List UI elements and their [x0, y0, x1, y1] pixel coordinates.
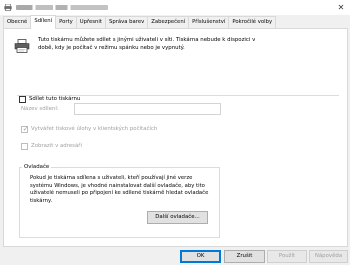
tab-advanced-options[interactable]: Pokročilé volby	[228, 16, 277, 28]
additional-drivers-button[interactable]: Další ovladače...	[147, 211, 208, 224]
sharing-intro-text: Tuto tiskárnu můžete sdílet s jinými uži…	[38, 37, 256, 51]
share-name-field[interactable]	[74, 103, 221, 115]
render-jobs-label: Vytvářet tiskové úlohy v klientských poč…	[31, 126, 158, 132]
share-printer-label: Sdílet tuto tiskárnu	[29, 96, 81, 102]
list-in-directory-checkbox[interactable]	[21, 143, 28, 150]
tab-general[interactable]: Obecné	[3, 16, 32, 28]
checkmark-icon: ✓	[22, 125, 29, 133]
cancel-button[interactable]: Zrušit	[224, 250, 265, 263]
share-printer-checkbox[interactable]	[19, 96, 26, 103]
tab-security[interactable]: Zabezpečení	[147, 16, 190, 28]
window-title	[16, 5, 108, 10]
sharing-panel: Tuto tiskárnu můžete sdílet s jinými uži…	[3, 28, 348, 247]
ok-button[interactable]: OK	[180, 250, 221, 263]
tab-ports[interactable]: Porty	[55, 16, 77, 28]
drivers-group-label: Ovladače	[22, 163, 52, 171]
tab-advanced[interactable]: Upřesnit	[75, 16, 106, 28]
drivers-description: Pokud je tiskárna sdílena s uživateli, k…	[30, 175, 209, 204]
help-button[interactable]: Nápověda	[309, 250, 348, 263]
printer-icon	[14, 39, 30, 53]
tab-color-management[interactable]: Správa barev	[104, 16, 149, 28]
title-bar: ✕	[0, 0, 350, 15]
close-button[interactable]: ✕	[335, 2, 347, 13]
share-name-label: Název sdílení:	[21, 106, 59, 112]
list-in-directory-label: Zobrazit v adresáři	[31, 143, 82, 149]
apply-button[interactable]: Použít	[267, 250, 307, 263]
tab-strip: Obecné Sdílení Porty Upřesnit Správa bar…	[3, 15, 277, 29]
printer-window-icon	[4, 3, 12, 12]
tab-sharing[interactable]: Sdílení	[30, 15, 57, 29]
tab-accessories[interactable]: Příslušenství	[188, 16, 230, 28]
render-jobs-checkbox[interactable]: ✓	[21, 125, 29, 133]
